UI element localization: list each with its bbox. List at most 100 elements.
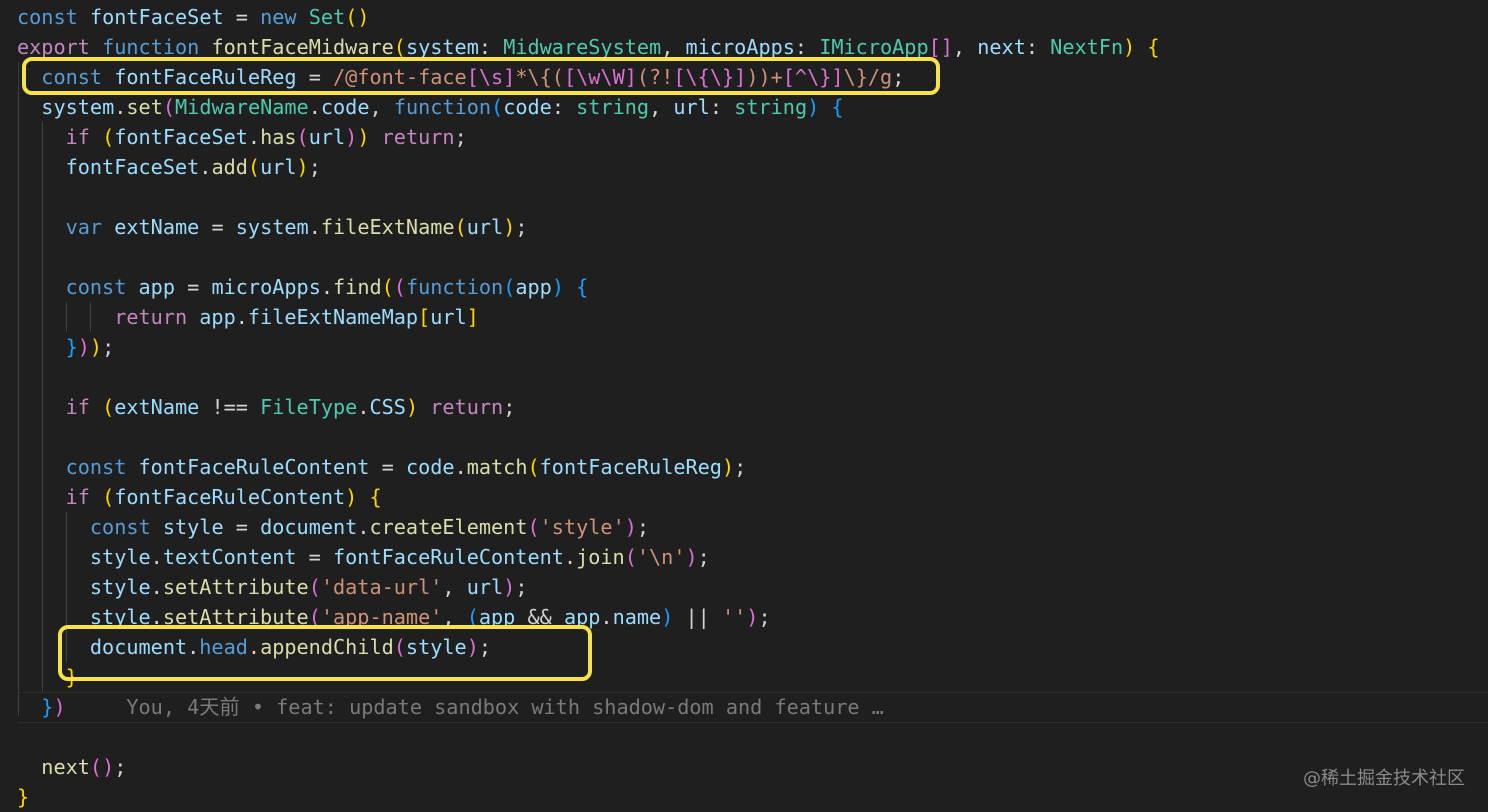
code-token: ) (721, 455, 735, 479)
code-token: ) (405, 395, 431, 419)
code-line: const app = microApps.find((function(app… (66, 272, 589, 302)
code-line: })); (66, 332, 115, 362)
code-token: ) (77, 335, 90, 359)
indent-guide (90, 302, 91, 332)
code-token: ; (734, 455, 747, 479)
code-token: } (41, 695, 54, 719)
code-token: ; (636, 515, 650, 539)
code-token: 'style' (539, 515, 625, 539)
code-line: style.setAttribute('data-url', url); (90, 572, 528, 602)
code-token: set (126, 95, 163, 119)
code-token: url (466, 575, 504, 599)
code-token: !== (199, 395, 261, 419)
code-line: const fontFaceSet = new Set() (17, 2, 370, 32)
code-token: add (211, 155, 248, 179)
code-token: if (65, 125, 103, 149)
code-token: ) (661, 605, 686, 629)
code-token: ; (114, 755, 127, 779)
code-token: 'data-url' (320, 575, 443, 599)
code-token: : (1025, 35, 1051, 59)
code-token: fontFaceSet (65, 155, 200, 179)
code-token: . (357, 515, 370, 539)
code-token: next (977, 35, 1026, 59)
code-token: ; (308, 155, 321, 179)
code-token: fontFaceMidware (211, 35, 394, 59)
highlight-box-append-child (58, 625, 592, 681)
code-token: return (114, 305, 200, 329)
code-token: ) (624, 515, 637, 539)
code-token: match (466, 455, 528, 479)
code-token: url (308, 125, 346, 149)
code-token: ) (746, 605, 759, 629)
code-token: app (138, 275, 175, 299)
code-token: code (503, 95, 552, 119)
code-token: { (576, 275, 589, 299)
code-token: IMicroApp (819, 35, 929, 59)
code-token: . (600, 605, 613, 629)
code-token: fontFaceRuleContent (333, 545, 564, 569)
code-line: if (fontFaceSet.has(url)) return; (66, 122, 467, 152)
code-line: } (17, 782, 29, 812)
code-token: : (709, 95, 735, 119)
git-blame-annotation: You, 4天前 • feat: update sandbox with sha… (65, 695, 884, 719)
code-token: , (369, 95, 394, 119)
code-token: : (478, 35, 504, 59)
code-token: export (17, 35, 103, 59)
code-token: = (223, 5, 261, 29)
code-token: textContent (162, 545, 297, 569)
code-token: microApps (685, 35, 795, 59)
code-token: system (235, 215, 309, 239)
code-token: { (831, 95, 844, 119)
code-token: const (65, 455, 139, 479)
code-line: return app.fileExtNameMap[url] (114, 302, 479, 332)
code-token: fileExtName (320, 215, 455, 239)
code-token: function (405, 275, 504, 299)
code-line: system.set(MidwareName.code, function(co… (41, 92, 843, 122)
code-token: = (296, 545, 333, 569)
code-line: const fontFaceRuleContent = code.match(f… (66, 452, 747, 482)
code-token: system (405, 35, 479, 59)
code-token: ( (624, 545, 637, 569)
code-token: ; (503, 395, 516, 419)
code-token: . (150, 575, 163, 599)
code-token: url (466, 215, 504, 239)
code-token: ) (296, 155, 309, 179)
code-token: string (734, 95, 808, 119)
code-token: . (114, 95, 127, 119)
code-token: ) (551, 275, 577, 299)
code-token: const (89, 515, 163, 539)
code-token: ( (102, 485, 115, 509)
code-token: '' (721, 605, 747, 629)
code-token: ] (466, 305, 479, 329)
code-editor[interactable]: const fontFaceSet = new Set() export func… (0, 0, 1488, 810)
code-token: . (308, 215, 321, 239)
code-token: app (199, 305, 236, 329)
code-token: fontFaceRuleContent (138, 455, 370, 479)
code-token: . (357, 395, 370, 419)
code-line: if (fontFaceRuleContent) { (66, 482, 382, 512)
code-token: style (89, 575, 151, 599)
code-token: microApps (211, 275, 321, 299)
code-token: CSS (369, 395, 406, 419)
code-token: ; (515, 215, 528, 239)
code-token: } (65, 335, 78, 359)
code-token: ) (53, 695, 66, 719)
code-token: FileType (260, 395, 358, 419)
code-token: new (260, 5, 309, 29)
code-token: ( (393, 35, 406, 59)
code-token: { (1147, 35, 1160, 59)
code-token: ) (89, 335, 103, 359)
code-token: ; (102, 335, 115, 359)
code-token: ( (308, 575, 321, 599)
code-token: ( (503, 275, 516, 299)
code-token: ; (454, 125, 467, 149)
code-token: : (551, 95, 577, 119)
code-token: } (17, 785, 30, 809)
code-token: setAttribute (162, 575, 309, 599)
code-token: function (102, 35, 212, 59)
code-token: url (260, 155, 297, 179)
code-token: () (89, 755, 115, 779)
code-token: fontFaceRuleReg (539, 455, 722, 479)
code-token: ) (1123, 35, 1148, 59)
code-token: MidwareSystem (503, 35, 662, 59)
